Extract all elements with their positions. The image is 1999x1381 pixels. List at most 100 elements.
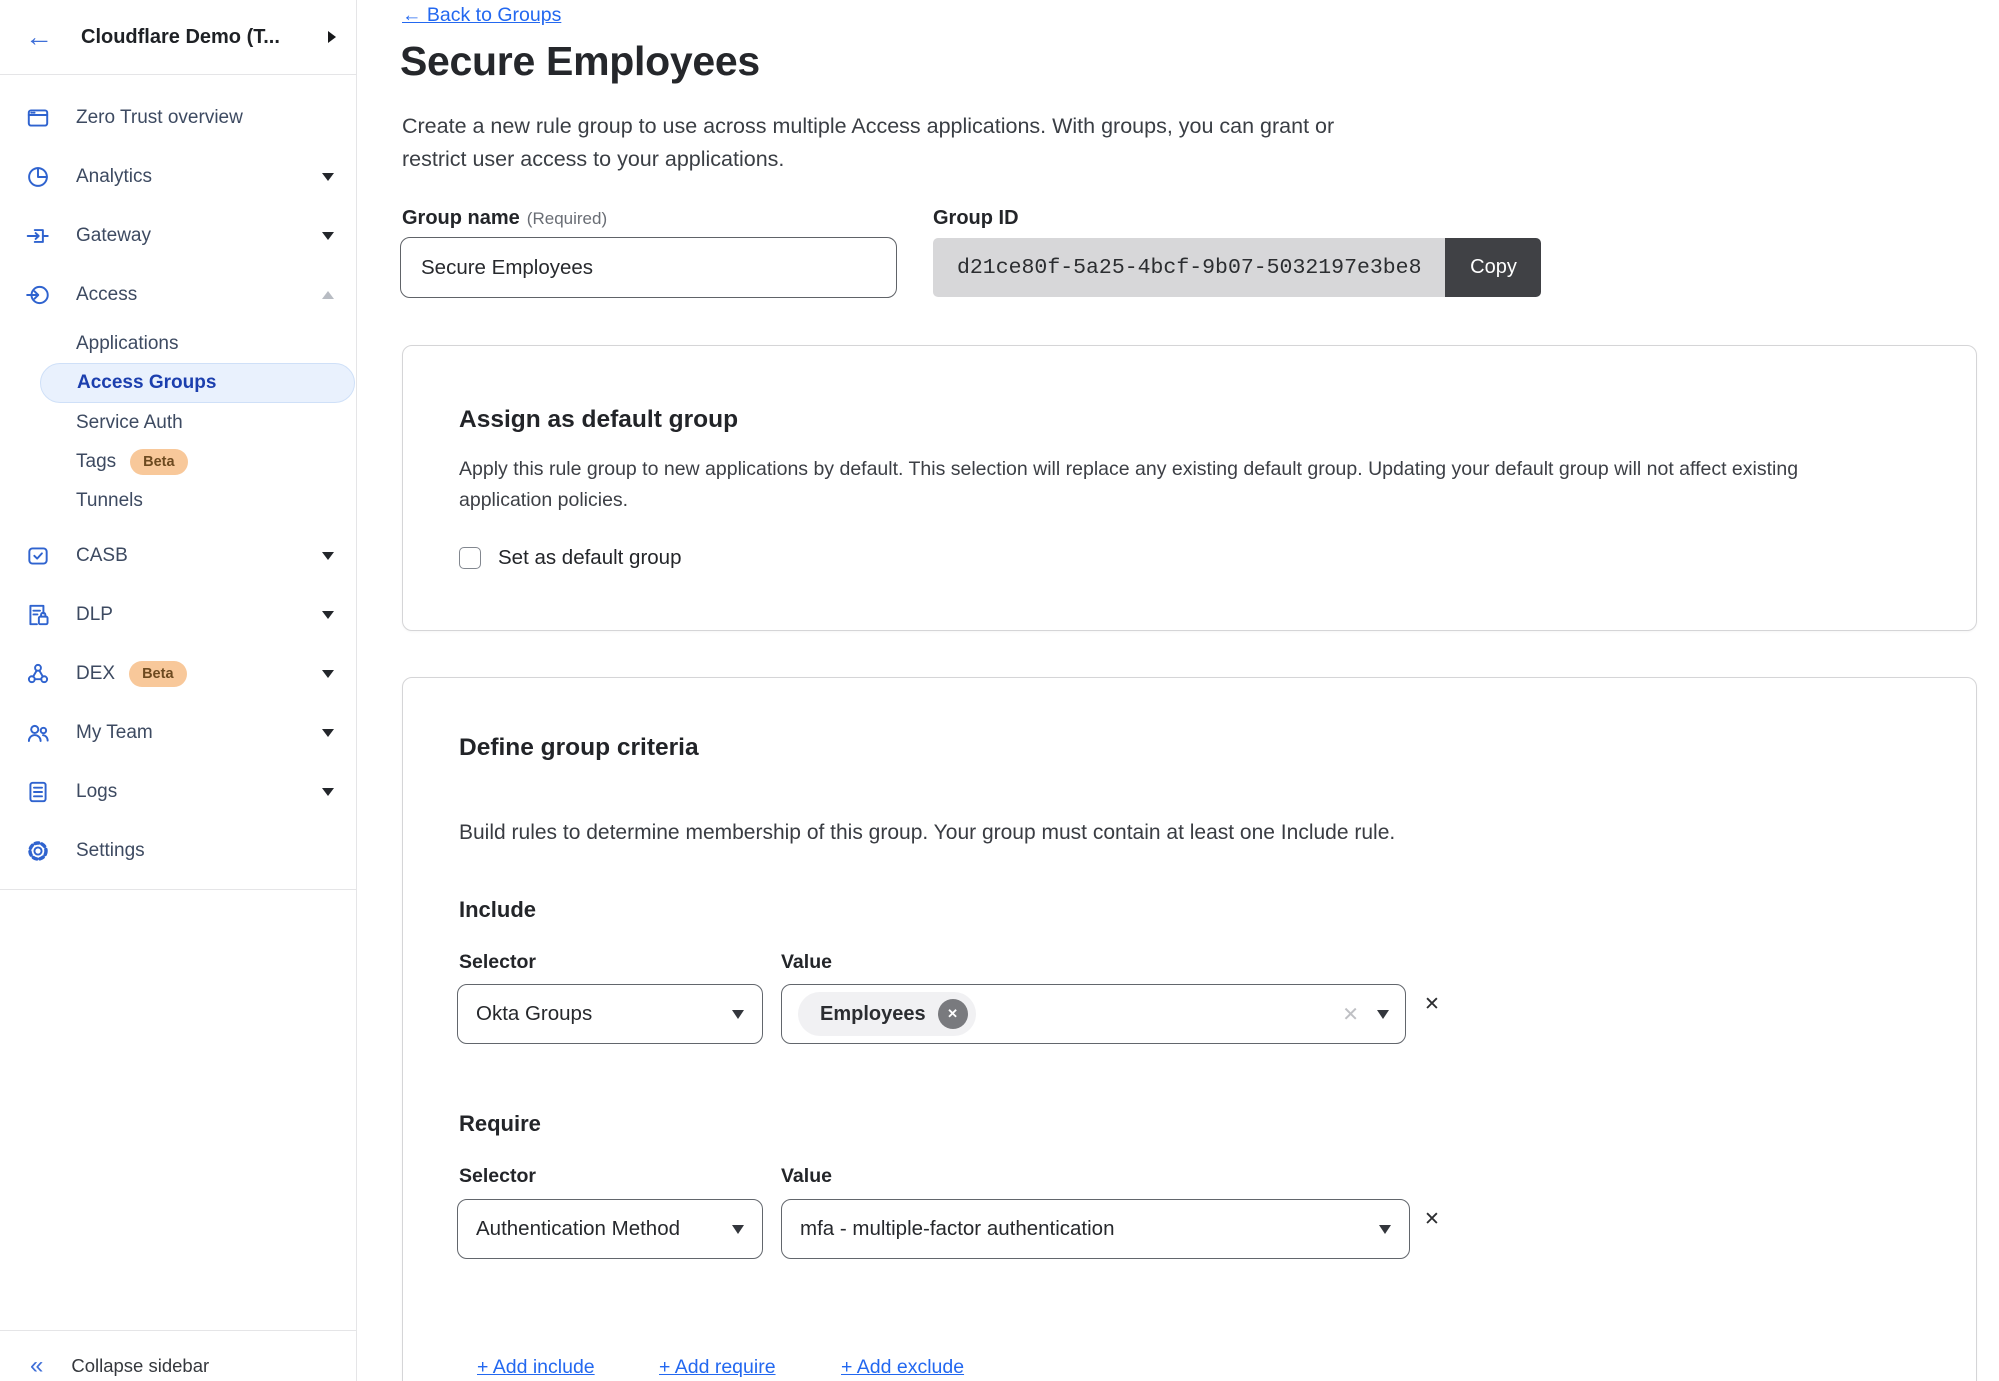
back-to-groups-link[interactable]: ← Back to Groups — [402, 4, 561, 27]
include-selector-label: Selector — [459, 951, 536, 974]
set-default-label: Set as default group — [498, 546, 682, 570]
set-default-checkbox[interactable] — [459, 547, 481, 569]
dlp-document-lock-icon — [25, 602, 51, 628]
page-description: Create a new rule group to use across mu… — [402, 110, 1352, 176]
chevron-down-icon[interactable] — [322, 173, 334, 181]
back-arrow-icon[interactable]: ← — [25, 23, 53, 51]
account-name[interactable]: Cloudflare Demo (T... — [81, 26, 328, 49]
sidebar-item-label: DLP — [76, 604, 322, 626]
chevron-down-icon — [732, 1225, 744, 1234]
chevron-down-icon[interactable] — [322, 552, 334, 560]
group-name-label: Group name(Required) — [402, 207, 607, 230]
sidebar-item-analytics[interactable]: Analytics — [0, 147, 356, 206]
set-default-row: Set as default group — [459, 546, 682, 570]
copy-button[interactable]: Copy — [1445, 238, 1541, 297]
include-selector-dropdown[interactable]: Okta Groups — [457, 984, 763, 1044]
chevron-down-icon[interactable] — [322, 729, 334, 737]
sidebar-item-dlp[interactable]: DLP — [0, 585, 356, 644]
beta-badge: Beta — [129, 661, 186, 687]
chevron-up-icon[interactable] — [322, 291, 334, 299]
group-id-field: d21ce80f-5a25-4bcf-9b07-5032197e3be8 Cop… — [933, 238, 1541, 297]
add-exclude-link[interactable]: + Add exclude — [841, 1356, 964, 1379]
sidebar-item-settings[interactable]: Settings — [0, 821, 356, 880]
sidebar-item-label: Analytics — [76, 166, 322, 188]
chevron-down-icon[interactable] — [322, 670, 334, 678]
beta-badge: Beta — [130, 449, 187, 475]
sidebar-item-label: Access — [76, 284, 322, 306]
sidebar: ← Cloudflare Demo (T... Zero Trust overv… — [0, 0, 357, 1381]
tag-label: Employees — [820, 1003, 926, 1026]
page-title: Secure Employees — [400, 38, 760, 85]
sidebar-item-my-team[interactable]: My Team — [0, 703, 356, 762]
include-value-multiselect[interactable]: Employees ✕ ✕ — [781, 984, 1406, 1044]
default-group-card: Assign as default group Apply this rule … — [402, 345, 1977, 631]
sidebar-item-label: DEXBeta — [76, 661, 322, 687]
sidebar-item-label: My Team — [76, 722, 322, 744]
sidebar-subitem-label: Tags — [76, 451, 116, 473]
logs-list-icon — [25, 779, 51, 805]
chevron-down-icon[interactable] — [322, 611, 334, 619]
chevron-down-icon — [732, 1010, 744, 1019]
team-people-icon — [25, 720, 51, 746]
collapse-chevrons-icon: « — [30, 1354, 43, 1378]
sidebar-item-casb[interactable]: CASB — [0, 526, 356, 585]
include-selector-value: Okta Groups — [476, 1002, 592, 1026]
sidebar-item-logs[interactable]: Logs — [0, 762, 356, 821]
chevron-down-icon — [1379, 1225, 1391, 1234]
require-selector-label: Selector — [459, 1165, 536, 1188]
overview-window-icon — [25, 105, 51, 131]
require-value-dropdown[interactable]: mfa - multiple-factor authentication — [781, 1199, 1410, 1259]
required-hint: (Required) — [527, 209, 607, 228]
sidebar-nav: Zero Trust overview Analytics Gateway — [0, 75, 356, 890]
group-id-label: Group ID — [933, 207, 1019, 230]
card-description: Apply this rule group to new application… — [459, 454, 1871, 516]
group-name-input[interactable] — [400, 237, 897, 298]
zero-trust-dashboard: ← Cloudflare Demo (T... Zero Trust overv… — [0, 0, 1999, 1381]
card-description: Build rules to determine membership of t… — [459, 821, 1395, 845]
clear-value-icon[interactable]: ✕ — [1342, 1002, 1359, 1027]
chevron-down-icon[interactable] — [322, 232, 334, 240]
include-heading: Include — [459, 897, 536, 923]
sidebar-item-label: Logs — [76, 781, 322, 803]
sidebar-item-service-auth[interactable]: Service Auth — [0, 403, 356, 442]
sidebar-item-label: Settings — [76, 840, 334, 862]
criteria-card: Define group criteria Build rules to det… — [402, 677, 1977, 1381]
require-heading: Require — [459, 1111, 541, 1137]
gear-icon — [25, 838, 51, 864]
group-id-value: d21ce80f-5a25-4bcf-9b07-5032197e3be8 — [933, 238, 1445, 297]
expand-account-icon[interactable] — [328, 31, 336, 43]
access-login-icon — [25, 282, 51, 308]
sidebar-divider — [0, 889, 356, 890]
sidebar-item-gateway[interactable]: Gateway — [0, 206, 356, 265]
remove-tag-icon[interactable]: ✕ — [938, 999, 968, 1029]
sidebar-item-label: Zero Trust overview — [76, 107, 334, 129]
collapse-sidebar-button[interactable]: « Collapse sidebar — [0, 1330, 356, 1381]
sidebar-item-tags[interactable]: Tags Beta — [0, 442, 356, 481]
sidebar-item-tunnels[interactable]: Tunnels — [0, 481, 356, 520]
sidebar-header: ← Cloudflare Demo (T... — [0, 0, 356, 75]
sidebar-subitem-label: Access Groups — [77, 372, 216, 394]
sidebar-item-zero-trust-overview[interactable]: Zero Trust overview — [0, 88, 356, 147]
remove-include-row-icon[interactable]: ✕ — [1424, 993, 1440, 1016]
sidebar-item-applications[interactable]: Applications — [0, 324, 356, 363]
chevron-down-icon[interactable] — [322, 788, 334, 796]
analytics-pie-icon — [25, 164, 51, 190]
sidebar-item-label: CASB — [76, 545, 322, 567]
sidebar-item-dex[interactable]: DEXBeta — [0, 644, 356, 703]
collapse-sidebar-label: Collapse sidebar — [71, 1355, 209, 1377]
remove-require-row-icon[interactable]: ✕ — [1424, 1208, 1440, 1231]
chevron-down-icon — [1377, 1010, 1389, 1019]
sidebar-item-access-groups[interactable]: Access Groups — [40, 363, 355, 403]
sidebar-item-access[interactable]: Access — [0, 265, 356, 324]
dex-network-icon — [25, 661, 51, 687]
sidebar-item-label: Gateway — [76, 225, 322, 247]
sidebar-subitem-label: Service Auth — [76, 412, 183, 434]
add-require-link[interactable]: + Add require — [659, 1356, 776, 1379]
require-selector-dropdown[interactable]: Authentication Method — [457, 1199, 763, 1259]
sidebar-subitem-label: Tunnels — [76, 490, 143, 512]
casb-check-icon — [25, 543, 51, 569]
add-include-link[interactable]: + Add include — [477, 1356, 595, 1379]
gateway-icon — [25, 223, 51, 249]
employees-tag: Employees ✕ — [798, 992, 976, 1036]
card-title: Define group criteria — [459, 734, 699, 762]
